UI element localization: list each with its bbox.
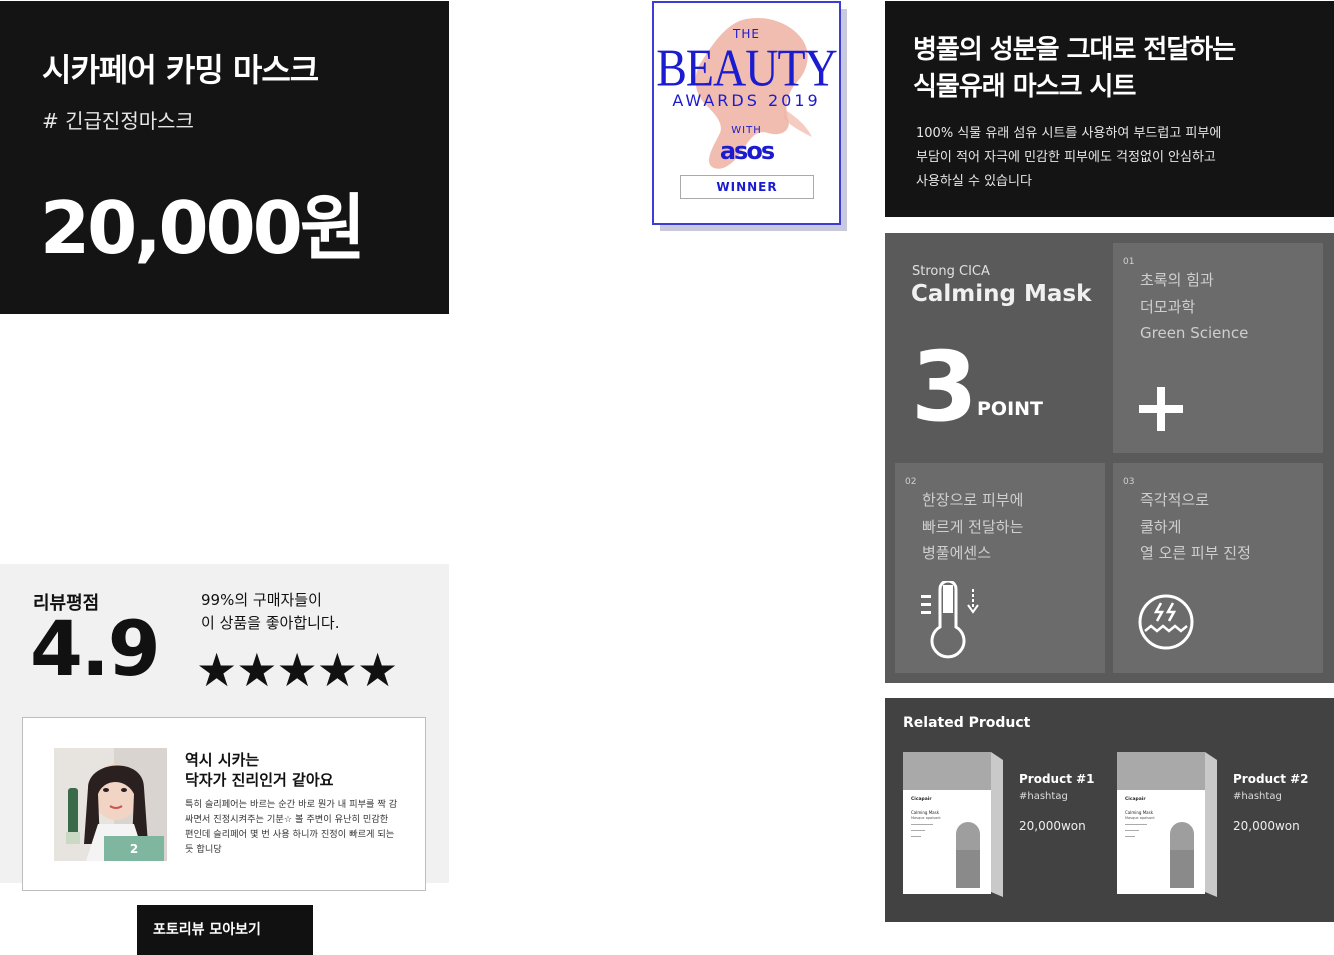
- three-points-panel: Strong CICA Calming Mask 3 POINT 01 초록의 …: [885, 233, 1334, 683]
- star-rating: ★★★★★: [196, 643, 398, 697]
- tile-line: 더모과학: [1140, 297, 1196, 316]
- tile-index: 01: [1123, 257, 1135, 267]
- product-box-image[interactable]: Cicapair Calming Mask Masque apaisant: [1117, 752, 1217, 897]
- box-sub: Masque apaisant: [911, 816, 941, 820]
- tile-line: Green Science: [1140, 324, 1249, 342]
- related-product-name[interactable]: Product #2: [1233, 772, 1309, 786]
- intro-desc-line: 100% 식물 유래 섬유 시트를 사용하여 부드럽고 피부에: [916, 126, 1222, 141]
- review-body-line: 특히 슬리페어는 바르는 순간 바로 뭔가 내 피부를 짝 감: [185, 799, 398, 810]
- review-card-title: 역시 시카는 닥자가 진리인거 같아요: [185, 750, 333, 790]
- tile-index: 02: [905, 477, 917, 487]
- points-subtitle: Strong CICA: [912, 264, 990, 279]
- box-product: Calming Mask: [911, 810, 940, 815]
- intro-desc-line: 부담이 적어 자극에 민감한 피부에도 걱정없이 안심하고: [916, 150, 1216, 165]
- intro-title-line: 식물유래 마스크 시트: [913, 72, 1136, 102]
- box-product: Calming Mask: [1125, 810, 1154, 815]
- points-number: 3: [911, 331, 978, 443]
- box-brand: Cicapair: [911, 796, 932, 802]
- review-card[interactable]: 2 역시 시카는 닥자가 진리인거 같아요 특히 슬리페어는 바르는 순간 바로…: [22, 717, 426, 891]
- award-winner-label: WINNER: [680, 175, 814, 199]
- intro-title: 병풀의 성분을 그대로 전달하는 식물유래 마스크 시트: [913, 32, 1236, 106]
- product-box-image[interactable]: Cicapair Calming Mask Masque apaisant: [903, 752, 1003, 897]
- award-with: WITH: [731, 125, 762, 136]
- tile-text: 한장으로 피부에 빠르게 전달하는 병풀에센스: [922, 487, 1023, 567]
- intro-desc-line: 사용하실 수 있습니다: [916, 174, 1032, 189]
- soothing-skin-icon: [1138, 594, 1194, 650]
- review-card-body: 특히 슬리페어는 바르는 순간 바로 뭔가 내 피부를 짝 감 싸면서 진정시켜…: [185, 797, 397, 857]
- tile-line: 쿨하게: [1140, 517, 1182, 536]
- beauty-awards-badge: THE BEAUTY AWARDS 2019 WITH asos WINNER: [652, 1, 847, 231]
- tile-line: 즉각적으로: [1140, 491, 1210, 509]
- related-product-hashtag: #hashtag: [1233, 791, 1282, 802]
- related-product-name[interactable]: Product #1: [1019, 772, 1095, 786]
- review-title-line: 닥자가 진리인거 같아요: [185, 771, 334, 789]
- point-tile-3: 03 즉각적으로 쿨하게 열 오른 피부 진정: [1113, 463, 1323, 673]
- product-name: 시카페어 카밍 마스크: [42, 51, 319, 89]
- review-body-line: 편인데 슬리페어 몇 번 사용 하니까 진정이 빠르게 되는: [185, 829, 395, 840]
- review-satisfaction-line: 99%의 구매자들이: [201, 591, 322, 609]
- point-tile-1: 01 초록의 힘과 더모과학 Green Science: [1113, 243, 1323, 453]
- review-score: 4.9: [30, 604, 161, 693]
- award-beauty: BEAUTY: [656, 38, 838, 97]
- badge-frame: THE BEAUTY AWARDS 2019 WITH asos WINNER: [652, 1, 841, 225]
- award-year: AWARDS 2019: [672, 91, 821, 110]
- related-product-price: 20,000won: [1233, 819, 1300, 833]
- tile-index: 03: [1123, 477, 1135, 487]
- review-body-line: 듯 합니당: [185, 844, 222, 855]
- asos-logo: asos: [719, 137, 775, 165]
- intro-title-line: 병풀의 성분을 그대로 전달하는: [913, 35, 1236, 65]
- plus-icon: [1139, 387, 1183, 431]
- review-satisfaction-line: 이 상품을 좋아합니다.: [201, 614, 340, 632]
- tile-line: 병풀에센스: [922, 544, 992, 562]
- related-products-section: Related Product Cicapair Calming Mask Ma…: [885, 698, 1334, 922]
- point-tile-2: 02 한장으로 피부에 빠르게 전달하는 병풀에센스: [895, 463, 1105, 673]
- svg-text:2: 2: [130, 842, 138, 856]
- box-brand: Cicapair: [1125, 796, 1146, 802]
- tile-text: 즉각적으로 쿨하게 열 오른 피부 진정: [1140, 487, 1251, 567]
- related-product-card[interactable]: Cicapair Calming Mask Masque apaisant Pr…: [1117, 752, 1327, 902]
- related-heading: Related Product: [903, 715, 1031, 731]
- reviewer-photo-image: 2: [54, 748, 167, 861]
- points-label: POINT: [977, 398, 1044, 420]
- tile-line: 열 오른 피부 진정: [1140, 544, 1251, 562]
- review-satisfaction: 99%의 구매자들이 이 상품을 좋아합니다.: [201, 589, 340, 635]
- related-product-price: 20,000won: [1019, 819, 1086, 833]
- photo-review-button[interactable]: 포토리뷰 모아보기: [137, 905, 313, 955]
- product-price-card: 시카페어 카밍 마스크 # 긴급진정마스크 20,000원: [0, 1, 449, 314]
- related-product-card[interactable]: Cicapair Calming Mask Masque apaisant Pr…: [903, 752, 1113, 902]
- review-photo[interactable]: 2: [54, 748, 167, 861]
- review-body-line: 싸면서 진정시켜주는 기분☆ 볼 주변이 유난히 민감한: [185, 814, 389, 825]
- product-price: 20,000원: [40, 186, 366, 270]
- product-hashtag[interactable]: # 긴급진정마스크: [42, 105, 194, 134]
- points-title: Calming Mask: [911, 281, 1092, 307]
- tile-line: 빠르게 전달하는: [922, 517, 1024, 536]
- review-title-line: 역시 시카는: [185, 751, 260, 769]
- box-sub: Masque apaisant: [1125, 816, 1155, 820]
- intro-description: 100% 식물 유래 섬유 시트를 사용하여 부드럽고 피부에 부담이 적어 자…: [916, 122, 1221, 194]
- tile-line: 한장으로 피부에: [922, 491, 1024, 509]
- tile-text: 초록의 힘과 더모과학 Green Science: [1140, 267, 1248, 347]
- intro-card: 병풀의 성분을 그대로 전달하는 식물유래 마스크 시트 100% 식물 유래 …: [885, 1, 1334, 217]
- thermometer-icon: [921, 581, 979, 659]
- tile-line: 초록의 힘과: [1140, 271, 1214, 289]
- related-product-hashtag: #hashtag: [1019, 791, 1068, 802]
